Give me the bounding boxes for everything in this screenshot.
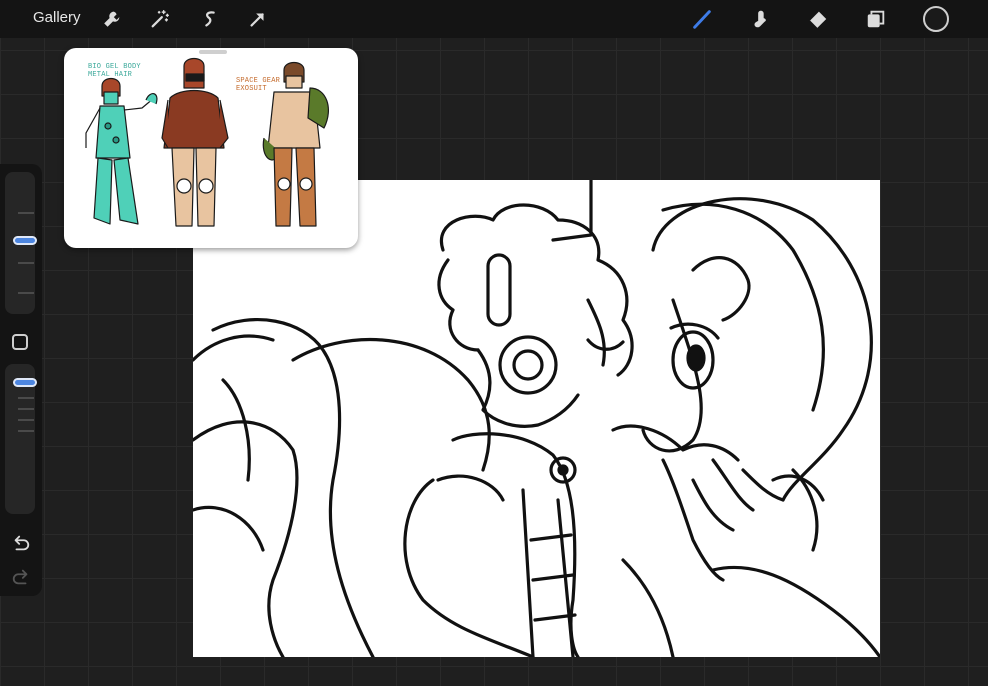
- slider-tick: [18, 262, 34, 264]
- reference-drag-handle[interactable]: [199, 50, 227, 54]
- slider-tick: [18, 430, 34, 432]
- drawing-canvas[interactable]: [193, 180, 880, 657]
- reference-label-suit: SPACE GEAR EXOSUIT: [236, 77, 281, 93]
- top-toolbar: Gallery: [0, 0, 988, 38]
- slider-tick: [18, 419, 34, 421]
- selection-icon[interactable]: [198, 7, 222, 31]
- slider-tick: [18, 397, 34, 399]
- slider-tick: [18, 408, 34, 410]
- reference-label-robot: BIO GEL BODY METAL HAIR: [88, 63, 141, 79]
- transform-arrow-icon[interactable]: [246, 7, 270, 31]
- brush-size-knob[interactable]: [13, 236, 37, 245]
- opacity-slider[interactable]: [5, 364, 37, 514]
- gallery-button[interactable]: Gallery: [33, 9, 81, 26]
- eraser-icon[interactable]: [806, 7, 830, 31]
- wrench-icon[interactable]: [100, 7, 124, 31]
- brush-icon[interactable]: [690, 7, 714, 31]
- magic-wand-icon[interactable]: [148, 7, 172, 31]
- color-swatch[interactable]: [922, 5, 950, 33]
- brush-size-slider[interactable]: [5, 172, 37, 314]
- layers-icon[interactable]: [864, 7, 888, 31]
- smudge-icon[interactable]: [748, 7, 772, 31]
- opacity-knob[interactable]: [13, 378, 37, 387]
- redo-icon[interactable]: [10, 566, 32, 588]
- sketch-artwork: [193, 180, 880, 657]
- modify-square-icon[interactable]: [12, 334, 28, 350]
- sidebar: [0, 164, 42, 596]
- slider-tick: [18, 212, 34, 214]
- reference-window[interactable]: BIO GEL BODY METAL HAIR SPACE GEAR EXOSU…: [64, 48, 358, 248]
- undo-icon[interactable]: [10, 532, 32, 554]
- slider-tick: [18, 292, 34, 294]
